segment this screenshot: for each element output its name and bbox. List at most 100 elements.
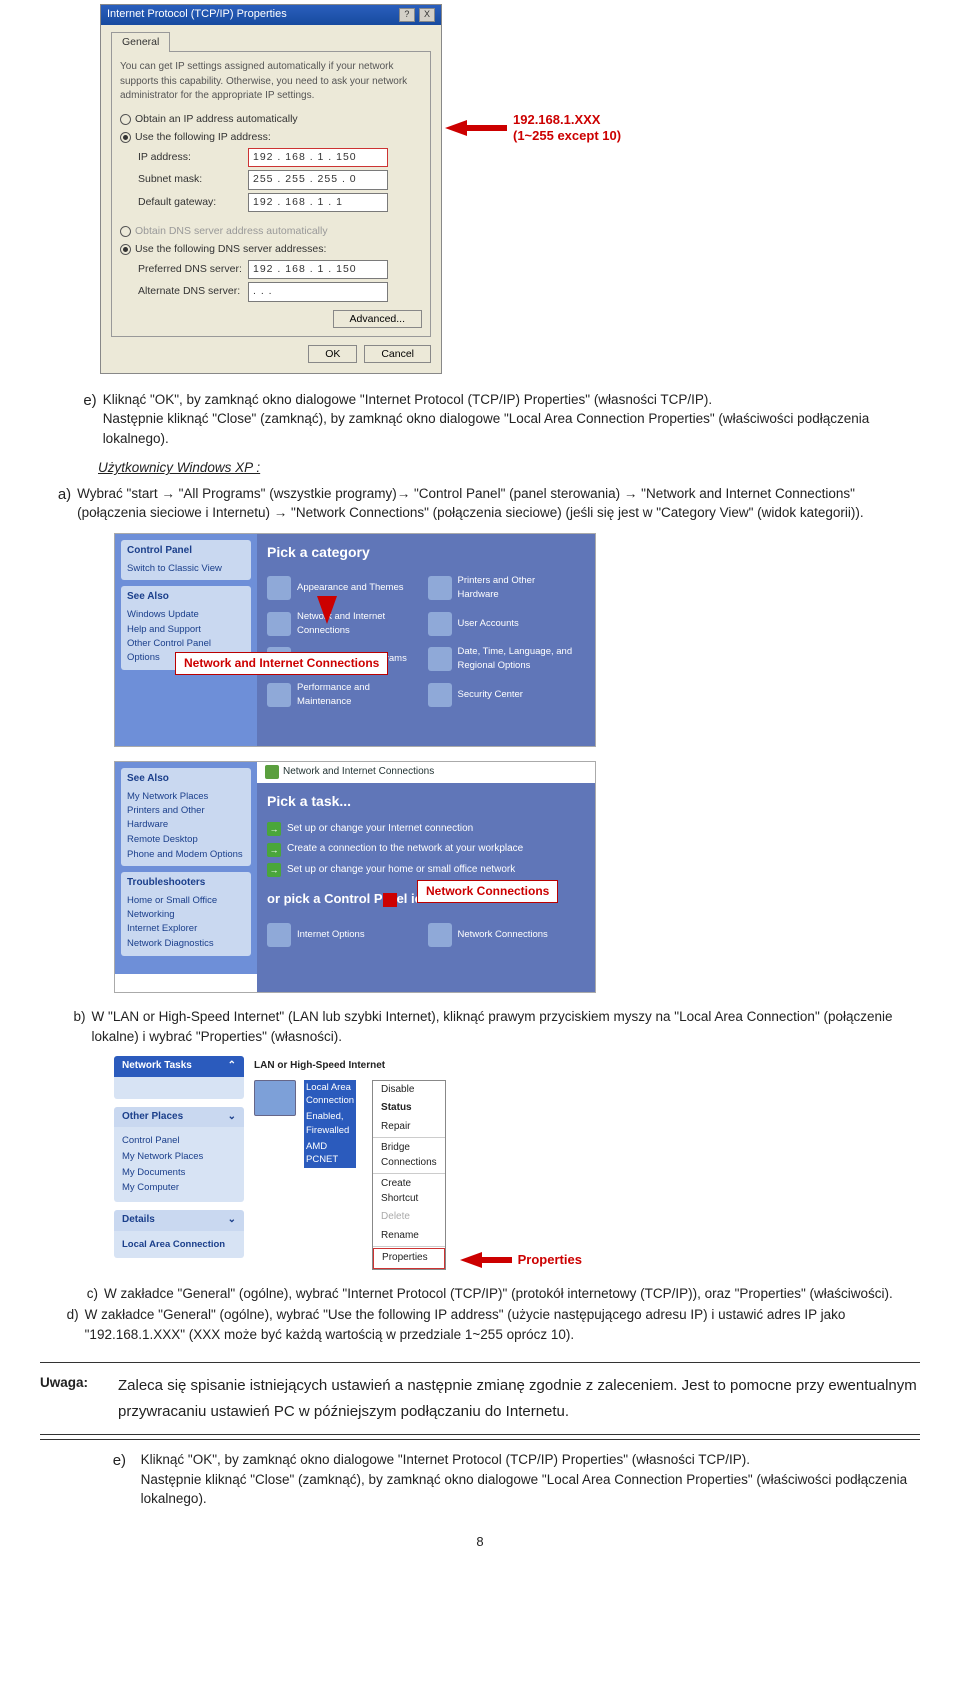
internet-options-icon <box>267 923 291 947</box>
cp-icon-item[interactable]: Network Connections <box>422 919 583 951</box>
subnet-input[interactable]: 255 . 255 . 255 . 0 <box>248 170 388 189</box>
step-b: b) W "LAN or High-Speed Internet" (LAN l… <box>40 1007 920 1046</box>
side-link[interactable]: My Computer <box>122 1181 236 1195</box>
menu-properties[interactable]: Properties <box>373 1248 445 1269</box>
arrow-icon: → <box>267 863 281 877</box>
collapse-icon[interactable]: ⌃ <box>228 1059 236 1074</box>
control-panel-screenshot: Control Panel Switch to Classic View See… <box>114 533 596 747</box>
cp-icon-item[interactable]: Internet Options <box>261 919 422 951</box>
other-places-heading: Other Places <box>122 1110 183 1125</box>
help-button[interactable]: ? <box>399 8 415 22</box>
collapse-icon[interactable]: ⌄ <box>228 1213 236 1228</box>
step-d: d) W zakładce "General" (ogólne), wybrać… <box>40 1305 920 1344</box>
properties-callout: Properties <box>460 1252 582 1268</box>
users-icon <box>428 612 452 636</box>
side-link[interactable]: Network Diagnostics <box>127 937 245 951</box>
alt-dns-input[interactable]: . . . <box>248 282 388 301</box>
arrow-left-icon <box>445 120 467 136</box>
side-link[interactable]: My Network Places <box>127 790 245 804</box>
details-heading: Details <box>122 1213 155 1228</box>
gateway-input[interactable]: 192 . 168 . 1 . 1 <box>248 193 388 212</box>
network-internet-screenshot: See Also My Network Places Printers and … <box>114 761 596 993</box>
side-link[interactable]: My Documents <box>122 1166 236 1180</box>
details-item: Local Area Connection <box>122 1238 236 1252</box>
ip-address-label: IP address: <box>138 150 248 165</box>
radio-use-ip[interactable]: Use the following IP address: <box>120 130 422 145</box>
menu-delete: Delete <box>373 1208 445 1227</box>
side-link[interactable]: My Network Places <box>122 1150 236 1164</box>
step-c: c) W zakładce "General" (ogólne), wybrać… <box>40 1284 920 1304</box>
dialog-description: You can get IP settings assigned automat… <box>120 60 422 104</box>
step-a: a) Wybrać "start → "All Programs" (wszys… <box>40 484 920 523</box>
menu-bridge[interactable]: Bridge Connections <box>373 1139 445 1172</box>
close-button[interactable]: X <box>419 8 435 22</box>
category-item[interactable]: Security Center <box>422 677 583 713</box>
category-item[interactable]: Network and Internet Connections <box>261 606 422 642</box>
step-e: e) Kliknąć "OK", by zamknąć okno dialogo… <box>40 390 920 449</box>
network-icon <box>267 612 291 636</box>
menu-status[interactable]: Status <box>373 1099 445 1118</box>
xp-users-heading: Użytkownicy Windows XP : <box>98 458 920 478</box>
side-link[interactable]: Phone and Modem Options <box>127 848 245 862</box>
radio-obtain-ip[interactable]: Obtain an IP address automatically <box>120 112 422 127</box>
network-connections-icon <box>428 923 452 947</box>
network-icon <box>265 765 279 779</box>
red-callout-netconn: Network Connections <box>417 880 558 903</box>
perf-icon <box>267 683 291 707</box>
printers-icon <box>428 576 452 600</box>
arrow-left-icon <box>460 1252 482 1268</box>
nic-header: Network and Internet Connections <box>283 765 434 780</box>
menu-rename[interactable]: Rename <box>373 1227 445 1246</box>
red-callout-network: Network and Internet Connections <box>175 652 388 675</box>
tcpip-dialog: Internet Protocol (TCP/IP) Properties ? … <box>100 4 442 374</box>
menu-disable[interactable]: Disable <box>373 1081 445 1100</box>
alt-dns-label: Alternate DNS server: <box>138 284 248 299</box>
radio-use-dns[interactable]: Use the following DNS server addresses: <box>120 242 422 257</box>
category-item[interactable]: Appearance and Themes <box>261 570 422 606</box>
side-link[interactable]: Printers and Other Hardware <box>127 804 245 832</box>
cp-header-box: Control Panel Switch to Classic View <box>121 540 251 580</box>
cancel-button[interactable]: Cancel <box>364 345 431 363</box>
pref-dns-input[interactable]: 192 . 168 . 1 . 150 <box>248 260 388 279</box>
menu-repair[interactable]: Repair <box>373 1118 445 1137</box>
category-item[interactable]: Date, Time, Language, and Regional Optio… <box>422 641 583 677</box>
category-item[interactable]: Printers and Other Hardware <box>422 570 583 606</box>
arrow-icon: → <box>267 843 281 857</box>
category-item[interactable]: Performance and Maintenance <box>261 677 422 713</box>
radio-obtain-dns: Obtain DNS server address automatically <box>120 224 422 239</box>
side-link[interactable]: Control Panel <box>122 1134 236 1148</box>
tab-general[interactable]: General <box>111 32 170 52</box>
task-item[interactable]: →Set up or change your Internet connecti… <box>267 819 585 840</box>
appearance-icon <box>267 576 291 600</box>
task-item[interactable]: →Create a connection to the network at y… <box>267 839 585 860</box>
see-also-item[interactable]: Windows Update <box>127 608 245 622</box>
advanced-button[interactable]: Advanced... <box>333 310 422 328</box>
note-body: Zaleca się spisanie istniejących ustawie… <box>118 1373 920 1424</box>
side-link[interactable]: Internet Explorer <box>127 922 245 936</box>
lan-section-title: LAN or High-Speed Internet <box>254 1056 544 1080</box>
ip-address-input[interactable]: 192 . 168 . 1 . 150 <box>248 148 388 167</box>
ok-button[interactable]: OK <box>308 345 357 363</box>
collapse-icon[interactable]: ⌄ <box>228 1110 236 1125</box>
pick-task-title: Pick a task... <box>257 783 595 815</box>
see-also-heading: See Also <box>127 590 245 605</box>
datetime-icon <box>428 647 452 671</box>
menu-shortcut[interactable]: Create Shortcut <box>373 1175 445 1208</box>
page-number: 8 <box>40 1533 920 1552</box>
ip-callout: 192.168.1.XXX (1~255 except 10) <box>445 112 621 143</box>
task-item[interactable]: →Set up or change your home or small off… <box>267 860 585 881</box>
arrow-icon: → <box>267 822 281 836</box>
category-item[interactable]: User Accounts <box>422 606 583 642</box>
dialog-titlebar: Internet Protocol (TCP/IP) Properties ? … <box>101 5 441 25</box>
lan-connection-icon[interactable] <box>254 1080 296 1116</box>
pref-dns-label: Preferred DNS server: <box>138 262 248 277</box>
troubleshooters-heading: Troubleshooters <box>127 876 245 891</box>
switch-classic-link[interactable]: Switch to Classic View <box>127 562 245 576</box>
dialog-title: Internet Protocol (TCP/IP) Properties <box>107 7 287 23</box>
side-link[interactable]: Remote Desktop <box>127 833 245 847</box>
step-e2: e) Kliknąć "OK", by zamknąć okno dialogo… <box>40 1450 920 1509</box>
lan-screenshot: Network Tasks⌃ Other Places⌄ Control Pan… <box>114 1056 544 1270</box>
see-also-item[interactable]: Help and Support <box>127 623 245 637</box>
pick-category-title: Pick a category <box>257 534 595 566</box>
side-link[interactable]: Home or Small Office Networking <box>127 894 245 922</box>
